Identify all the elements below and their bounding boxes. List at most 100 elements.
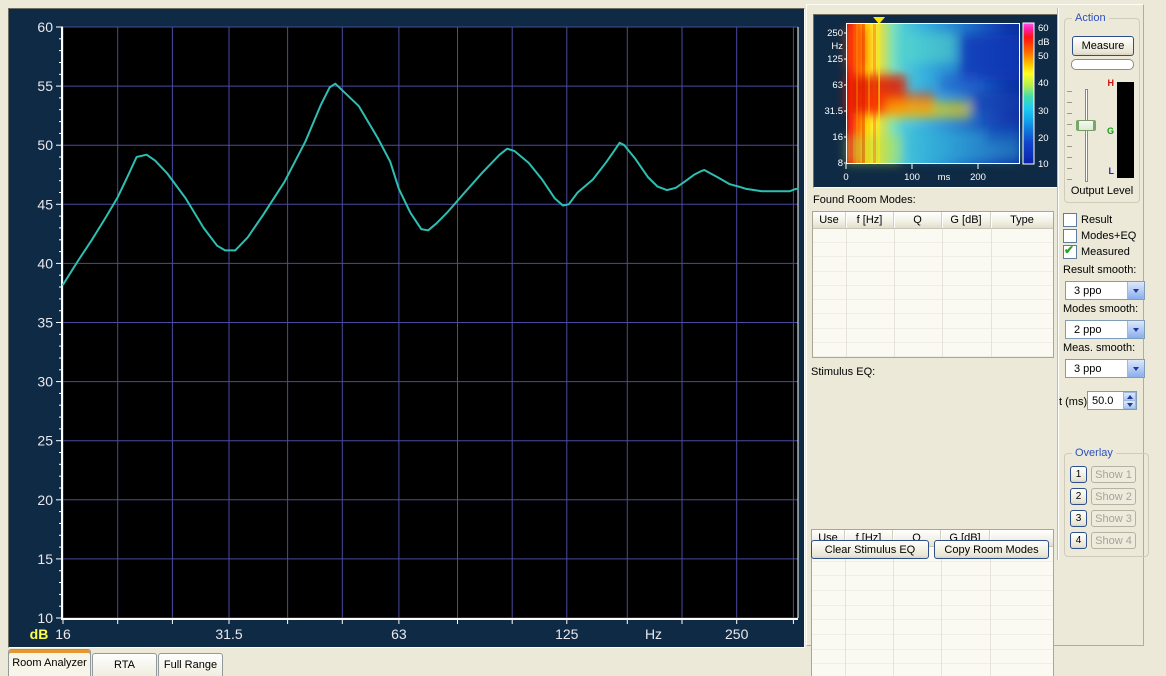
smoothing-combobox[interactable]: 3 ppo: [1065, 281, 1145, 300]
y-tick-label: 60: [37, 19, 53, 35]
overlay-num-button-2[interactable]: 2: [1070, 488, 1087, 505]
copy-room-modes-button[interactable]: Copy Room Modes: [934, 540, 1049, 559]
y-tick-label: 50: [37, 137, 53, 153]
chevron-down-icon[interactable]: [1127, 321, 1144, 338]
table-body: [812, 547, 1053, 676]
spectrogram-chart: 250Hz1256331.51680100ms20060dB5040302010: [814, 15, 1057, 187]
colorbar-label: 20: [1038, 133, 1049, 144]
table-column-separator: [990, 547, 991, 676]
table-header-cell[interactable]: G [dB]: [942, 212, 991, 228]
y-tick-label: 25: [37, 433, 53, 449]
x-axis-unit-label: Hz: [645, 626, 662, 642]
y-tick-label: 45: [37, 196, 53, 212]
table-row: [812, 576, 1053, 591]
frequency-response-chart-panel: 10152025303540455055601631.563125250HzdB: [8, 8, 805, 648]
table-row: [812, 650, 1053, 665]
table-header-cell[interactable]: Type: [991, 212, 1053, 228]
chevron-down-icon[interactable]: [1127, 360, 1144, 377]
colorbar-label: 30: [1038, 106, 1049, 117]
tab-room-analyzer[interactable]: Room Analyzer: [8, 649, 91, 676]
y-tick-label: 35: [37, 315, 53, 331]
measure-progress-bar: [1071, 59, 1134, 70]
checkbox-measured[interactable]: ✔ Measured: [1063, 244, 1148, 260]
output-level-slider-ticks: [1067, 91, 1072, 181]
smoothing-combobox[interactable]: 3 ppo: [1065, 359, 1145, 378]
overlay-show-button-1: Show 1: [1091, 466, 1136, 483]
spinner-up-icon[interactable]: [1123, 392, 1136, 401]
checkbox-label: Modes+EQ: [1081, 230, 1136, 242]
spectro-y-label: 31.5: [825, 106, 844, 117]
spinner-down-icon[interactable]: [1123, 401, 1136, 409]
table-row: [812, 635, 1053, 650]
table-column-separator: [991, 229, 992, 357]
x-tick-label: 31.5: [215, 626, 242, 642]
measure-button[interactable]: Measure: [1072, 36, 1134, 56]
table-column-separator: [941, 547, 942, 676]
table-header: Usef [Hz]QG [dB]Type: [813, 212, 1053, 229]
tab-rta[interactable]: RTA: [92, 653, 157, 676]
spectrogram-image: [846, 23, 1021, 164]
table-row: [813, 343, 1053, 357]
overlay-num-button-1[interactable]: 1: [1070, 466, 1087, 483]
checkbox-modes-eq[interactable]: Modes+EQ: [1063, 228, 1148, 244]
colorbar-label: 50: [1038, 51, 1049, 62]
action-group-title: Action: [1072, 12, 1109, 25]
y-tick-label: 15: [37, 551, 53, 567]
tab-full-range[interactable]: Full Range: [158, 653, 223, 676]
table-row: [813, 229, 1053, 243]
t-ms-spinner[interactable]: 50.0: [1087, 391, 1137, 410]
table-row: [812, 664, 1053, 676]
frequency-response-chart: 10152025303540455055601631.563125250HzdB: [9, 9, 804, 647]
table-header-cell[interactable]: Use: [813, 212, 846, 228]
check-icon: ✔: [1064, 243, 1074, 257]
checkbox-result[interactable]: Result: [1063, 212, 1148, 228]
smoothing-label: Modes smooth:: [1059, 303, 1143, 316]
spectro-x-label: 0: [843, 172, 848, 183]
spectro-y-label: 8: [838, 158, 843, 169]
checkbox-label: Measured: [1081, 246, 1130, 258]
meter-mark-G: G: [1101, 126, 1114, 136]
spectro-y-label: Hz: [831, 41, 843, 52]
table-row: [812, 620, 1053, 635]
spectro-x-label: ms: [938, 172, 951, 183]
app-window: 10152025303540455055601631.563125250HzdB: [0, 0, 1166, 676]
output-level-slider-track[interactable]: [1085, 89, 1088, 182]
stimulus-eq-label: Stimulus EQ:: [811, 366, 875, 378]
meter-mark-H: H: [1101, 78, 1114, 88]
output-level-slider-thumb[interactable]: [1076, 120, 1096, 131]
x-tick-label: 125: [555, 626, 579, 642]
smoothing-label: Result smooth:: [1059, 264, 1143, 277]
t-ms-value[interactable]: 50.0: [1088, 392, 1123, 409]
checkbox-box[interactable]: [1063, 229, 1077, 243]
checkbox-box[interactable]: [1063, 213, 1077, 227]
checkbox-label: Result: [1081, 214, 1112, 226]
overlay-show-button-2: Show 2: [1091, 488, 1136, 505]
table-header-cell[interactable]: f [Hz]: [846, 212, 894, 228]
t-ms-spinner-buttons: [1123, 392, 1136, 409]
colorbar-label: 10: [1038, 159, 1049, 170]
table-row: [813, 243, 1053, 257]
smoothing-label: Meas. smooth:: [1059, 342, 1143, 355]
table-column-separator: [846, 229, 847, 357]
table-row: [813, 272, 1053, 286]
table-row: [813, 314, 1053, 328]
table-column-separator: [894, 229, 895, 357]
marker-triangle-icon[interactable]: [873, 17, 885, 24]
table-row: [813, 257, 1053, 271]
checkbox-box[interactable]: ✔: [1063, 245, 1077, 259]
table-row: [813, 300, 1053, 314]
chevron-down-icon[interactable]: [1127, 282, 1144, 299]
combobox-value: 3 ppo: [1066, 363, 1127, 375]
table-row: [812, 562, 1053, 577]
spectro-x-label: 100: [904, 172, 920, 183]
smoothing-combobox[interactable]: 2 ppo: [1065, 320, 1145, 339]
y-tick-label: 10: [37, 610, 53, 626]
y-tick-label: 30: [37, 374, 53, 390]
y-tick-label: 55: [37, 78, 53, 94]
table-header-cell[interactable]: Q: [894, 212, 942, 228]
clear-stimulus-eq-button[interactable]: Clear Stimulus EQ: [811, 540, 929, 559]
table-row: [813, 286, 1053, 300]
overlay-num-button-3[interactable]: 3: [1070, 510, 1087, 527]
overlay-num-button-4[interactable]: 4: [1070, 532, 1087, 549]
x-tick-label: 250: [725, 626, 749, 642]
